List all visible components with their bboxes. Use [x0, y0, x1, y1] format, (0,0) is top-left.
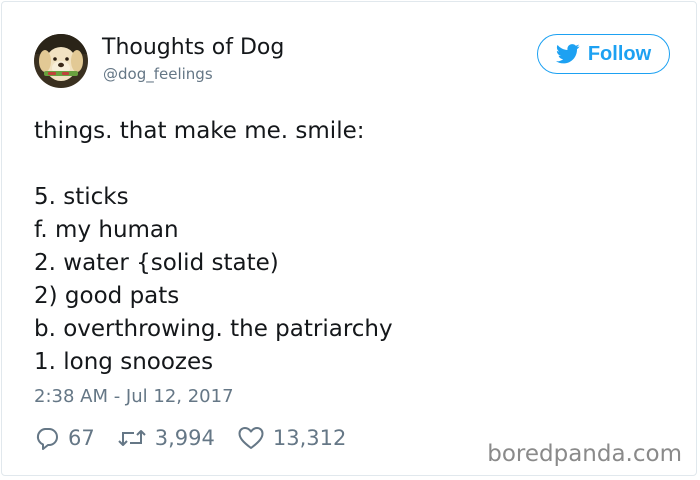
tweet-line: b. overthrowing. the patriarchy — [34, 316, 393, 342]
retweet-count: 3,994 — [154, 426, 215, 450]
dog-avatar[interactable] — [34, 34, 88, 88]
tweet-line: 2. water {solid state) — [34, 250, 279, 276]
tweet-card: Thoughts of Dog @dog_feelings Follow thi… — [1, 1, 697, 476]
tweet-timestamp[interactable]: 2:38 AM - Jul 12, 2017 — [34, 386, 234, 407]
like-count: 13,312 — [272, 426, 347, 450]
reply-count: 67 — [68, 426, 95, 450]
reply-icon — [34, 425, 60, 451]
tweet-actions: 67 3,994 13,312 — [34, 422, 346, 454]
reply-button[interactable]: 67 — [34, 425, 95, 451]
tweet-line: 1. long snoozes — [34, 349, 214, 375]
display-name[interactable]: Thoughts of Dog — [102, 35, 284, 60]
tweet-line: things. that make me. smile: — [34, 118, 365, 144]
watermark: boredpanda.com — [487, 441, 682, 467]
tweet-text: things. that make me. smile: 5. sticks f… — [34, 115, 393, 379]
tweet-line: f. my human — [34, 217, 179, 243]
follow-label: Follow — [587, 42, 652, 65]
follow-button[interactable]: Follow — [537, 34, 670, 74]
tweet-line: 2) good pats — [34, 283, 180, 309]
user-handle[interactable]: @dog_feelings — [103, 65, 213, 83]
heart-icon — [237, 425, 265, 451]
twitter-bird-icon — [555, 44, 580, 64]
retweet-icon — [117, 425, 147, 451]
retweet-button[interactable]: 3,994 — [117, 425, 215, 451]
like-button[interactable]: 13,312 — [237, 425, 346, 451]
tweet-line: 5. sticks — [34, 184, 129, 210]
